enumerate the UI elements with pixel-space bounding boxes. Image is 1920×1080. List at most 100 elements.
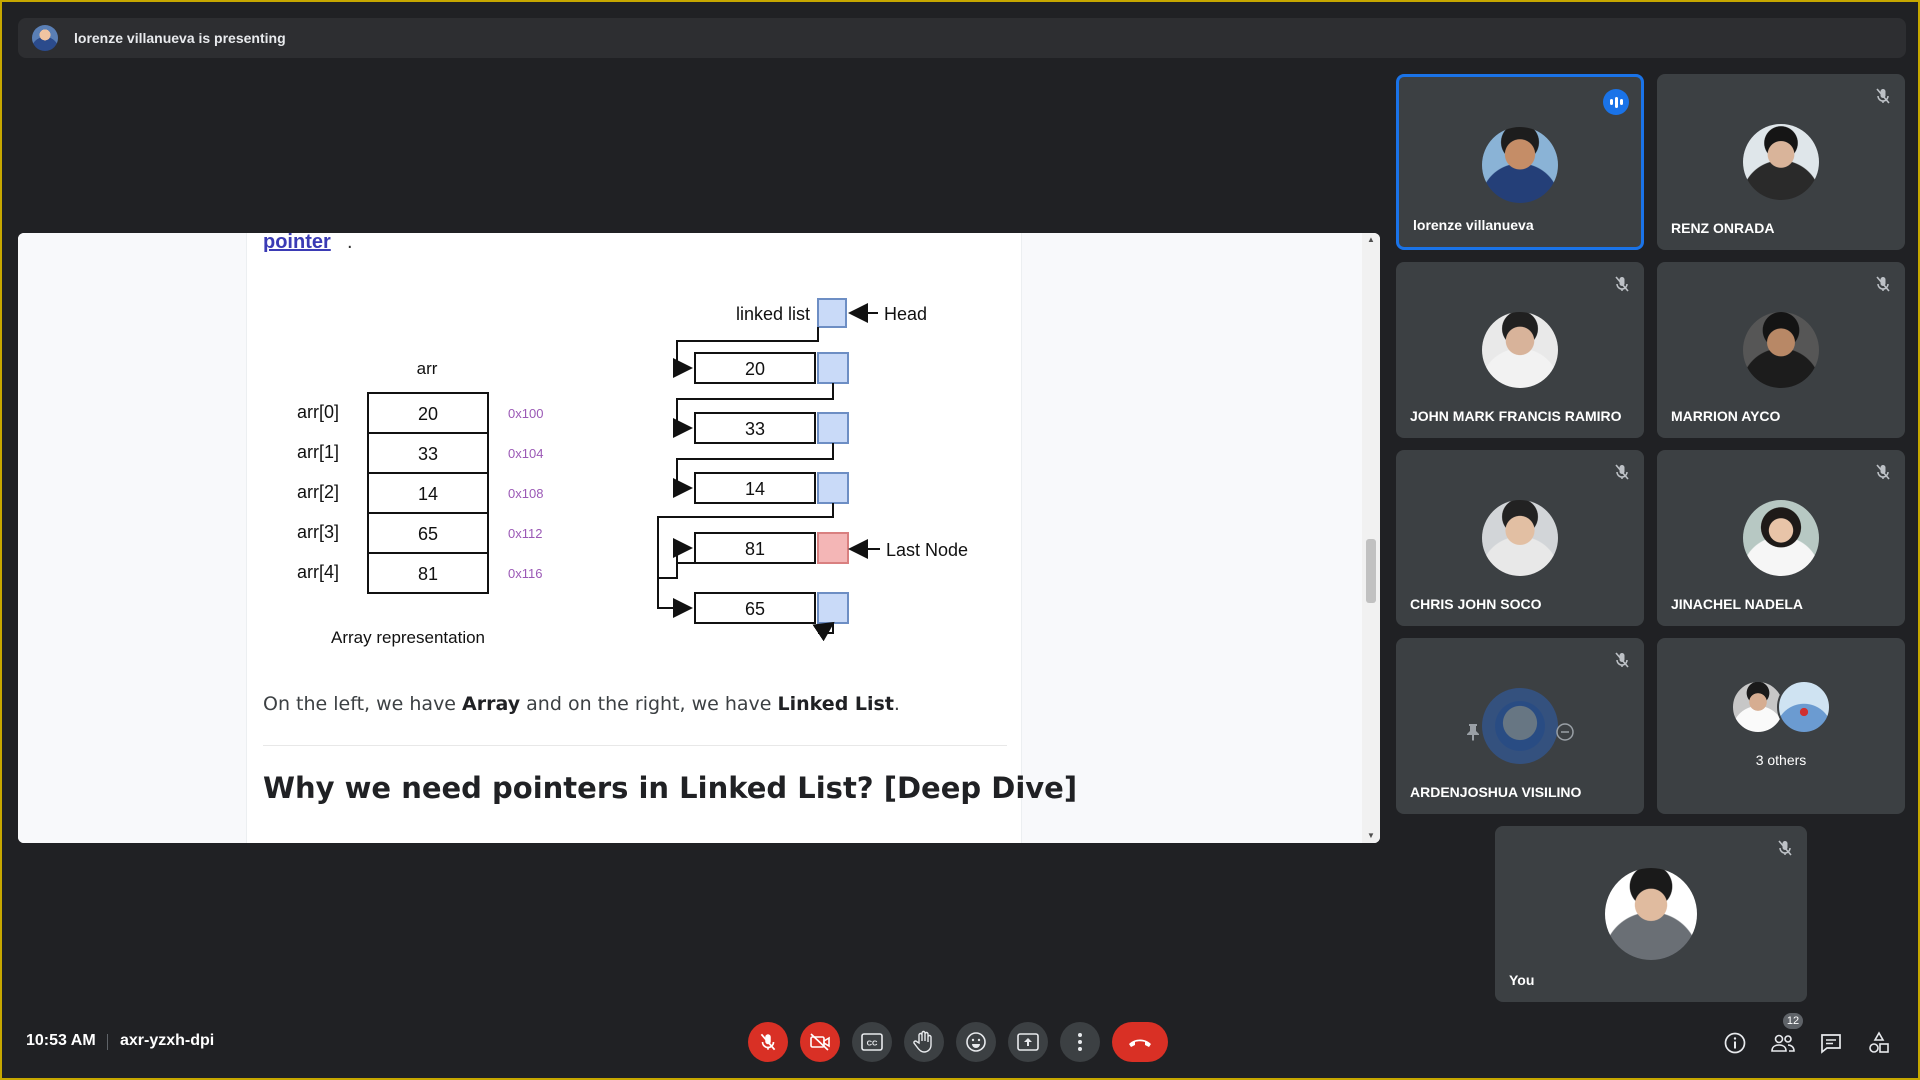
chat-icon	[1821, 1034, 1841, 1054]
description-text: On the left, we have Array and on the ri…	[263, 693, 900, 715]
shared-screen: pointer . arr 20 arr[0] 0x100 33 arr[1] 0x104…	[18, 233, 1380, 843]
array-vs-linked-list-diagram: arr 20 arr[0] 0x100 33 arr[1] 0x104 14 arr[2] 0x…	[297, 298, 968, 647]
avatar	[1482, 127, 1558, 203]
mic-off-icon	[1876, 88, 1890, 104]
array-address: 0x100	[508, 406, 543, 421]
participant-tile[interactable]: RENZ ONRADA	[1657, 74, 1905, 250]
mic-off-icon	[1615, 276, 1629, 292]
mic-off-icon	[1615, 464, 1629, 480]
more-vert-icon	[1078, 1033, 1082, 1051]
chat-button[interactable]	[1818, 1030, 1844, 1056]
avatar	[1777, 680, 1831, 734]
scrollbar-thumb[interactable]	[1366, 539, 1376, 603]
participant-tile[interactable]: ARDENJOSHUA VISILINO	[1396, 638, 1644, 814]
captions-button[interactable]: CC	[852, 1022, 892, 1062]
array-index-label: arr[0]	[297, 402, 339, 422]
reactions-button[interactable]	[956, 1022, 996, 1062]
participant-name: You	[1509, 972, 1535, 988]
avatar	[1482, 312, 1558, 388]
avatar	[1743, 500, 1819, 576]
hang-up-icon	[1129, 1039, 1151, 1047]
activities-button[interactable]	[1866, 1030, 1892, 1056]
pin-icon[interactable]	[1465, 722, 1481, 742]
present-screen-icon	[1017, 1033, 1039, 1051]
head-pointer-box	[817, 298, 847, 328]
list-node-pointer	[817, 592, 849, 624]
array-value: 14	[418, 484, 438, 504]
presenter-avatar	[32, 25, 58, 51]
others-tile[interactable]: 3 others	[1657, 638, 1905, 814]
raise-hand-button[interactable]	[904, 1022, 944, 1062]
mic-off-icon	[1876, 464, 1890, 480]
participant-name: lorenze villanueva	[1413, 217, 1534, 233]
array-address: 0x104	[508, 446, 543, 461]
avatar	[1605, 868, 1697, 960]
list-node-pointer	[817, 352, 849, 384]
meeting-details-button[interactable]	[1722, 1030, 1748, 1056]
participant-name: ARDENJOSHUA VISILINO	[1410, 784, 1582, 800]
avatar	[1482, 500, 1558, 576]
array-index-label: arr[2]	[297, 482, 339, 502]
participant-tile[interactable]: MARRION AYCO	[1657, 262, 1905, 438]
array-value: 81	[418, 564, 438, 584]
list-node-pointer	[817, 472, 849, 504]
clock: 10:53 AM	[26, 1032, 96, 1049]
array-index-label: arr[4]	[297, 562, 339, 582]
others-avatar-stack	[1731, 680, 1831, 736]
scroll-down-icon[interactable]: ▼	[1366, 831, 1376, 841]
list-node-value: 65	[745, 599, 765, 619]
participant-tile[interactable]: JINACHEL NADELA	[1657, 450, 1905, 626]
array-value: 65	[418, 524, 438, 544]
people-icon	[1771, 1034, 1795, 1052]
self-tile[interactable]: You	[1495, 826, 1807, 1002]
participant-name: RENZ ONRADA	[1671, 220, 1775, 236]
array-index-label: arr[1]	[297, 442, 339, 462]
others-label: 3 others	[1755, 752, 1807, 768]
captions-icon: CC	[861, 1033, 883, 1051]
present-button[interactable]	[1008, 1022, 1048, 1062]
participant-name: JINACHEL NADELA	[1671, 596, 1803, 612]
list-node-pointer	[817, 412, 849, 444]
scroll-up-icon[interactable]: ▲	[1366, 235, 1376, 245]
array-value: 20	[418, 404, 438, 424]
participant-name: JOHN MARK FRANCIS RAMIRO	[1410, 408, 1622, 424]
array-title: arr	[417, 359, 438, 378]
mic-off-icon	[760, 1033, 776, 1051]
array-value: 33	[418, 444, 438, 464]
array-index-label: arr[3]	[297, 522, 339, 542]
list-node-value: 33	[745, 419, 765, 439]
speaking-indicator-icon	[1603, 89, 1629, 115]
people-button[interactable]	[1770, 1030, 1796, 1056]
more-options-button[interactable]	[1060, 1022, 1100, 1062]
linked-list-title: linked list	[736, 304, 810, 324]
list-node-value: 20	[745, 359, 765, 379]
avatar	[1743, 312, 1819, 388]
list-connector	[816, 623, 836, 643]
list-node-pointer	[817, 532, 849, 564]
head-label: Head	[884, 304, 927, 324]
mic-toggle-button[interactable]	[748, 1022, 788, 1062]
last-node-label: Last Node	[886, 540, 968, 560]
section-divider	[263, 745, 1007, 746]
array-caption: Array representation	[331, 628, 485, 647]
list-connector	[676, 562, 695, 578]
participant-tile[interactable]: lorenze villanueva	[1396, 74, 1644, 250]
participant-tile[interactable]: JOHN MARK FRANCIS RAMIRO	[1396, 262, 1644, 438]
scrollbar[interactable]: ▲ ▼	[1362, 233, 1380, 843]
participant-name: MARRION AYCO	[1671, 408, 1781, 424]
camera-toggle-button[interactable]	[800, 1022, 840, 1062]
participant-tile[interactable]: CHRIS JOHN SOCO	[1396, 450, 1644, 626]
leave-call-button[interactable]	[1112, 1022, 1168, 1062]
hand-icon	[913, 1030, 932, 1053]
emoji-icon	[966, 1032, 986, 1052]
array-address: 0x112	[508, 526, 542, 541]
remove-icon[interactable]	[1555, 722, 1575, 742]
tile-hover-tools	[1465, 722, 1575, 742]
array-address: 0x108	[508, 486, 543, 501]
array-address: 0x116	[508, 566, 542, 581]
presenting-banner: lorenze villanueva is presenting	[18, 18, 1906, 58]
array-cells: 20 arr[0] 0x100 33 arr[1] 0x104 14 arr[2] 0x108 6…	[297, 392, 543, 594]
participant-name: CHRIS JOHN SOCO	[1410, 596, 1542, 612]
meeting-code: axr-yzxh-dpi	[120, 1032, 215, 1049]
list-nodes: 20 33 14 81 65	[657, 327, 849, 643]
